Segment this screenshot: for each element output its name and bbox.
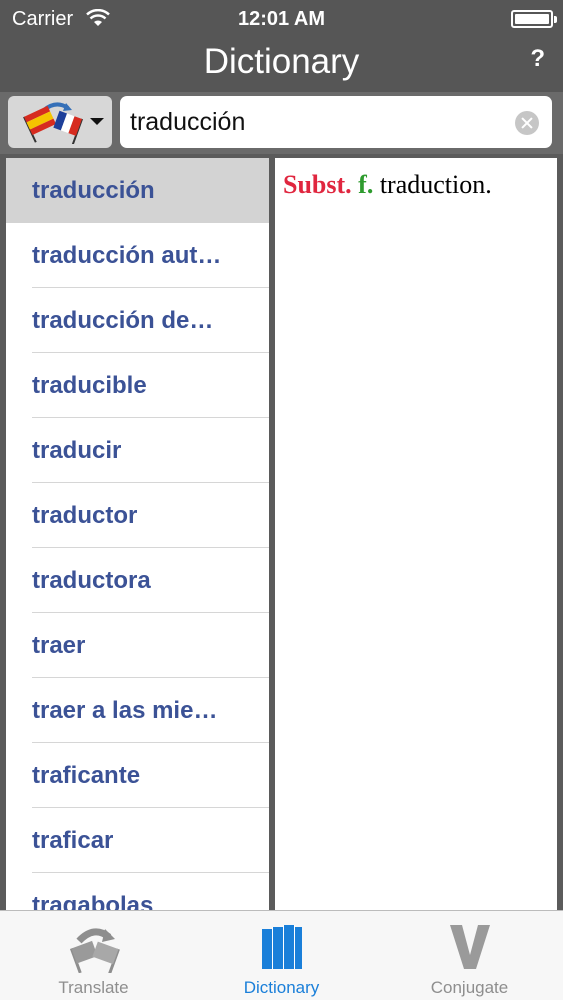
tab-label: Conjugate	[430, 978, 509, 997]
status-bar: Carrier 12:01 AM	[0, 0, 563, 38]
list-item[interactable]: traficar	[6, 808, 269, 873]
flags-icon	[23, 102, 84, 144]
search-input[interactable]	[130, 102, 510, 142]
page-title: Dictionary	[203, 42, 360, 81]
definition-panel: Subst. f. traduction.	[275, 158, 557, 910]
list-item[interactable]: traductora	[6, 548, 269, 613]
list-item[interactable]: traficante	[6, 743, 269, 808]
top-bar: Carrier 12:01 AM Dictionary ?	[0, 0, 563, 92]
word-list: traducción traducción aut… traducción de…	[6, 158, 269, 910]
tab-dictionary[interactable]: Dictionary	[188, 911, 375, 1000]
tab-translate[interactable]: Translate	[0, 911, 187, 1000]
chevron-down-icon	[90, 118, 104, 125]
translation-text: traduction.	[379, 170, 492, 199]
tab-conjugate[interactable]: Conjugate	[376, 911, 563, 1000]
dictionary-icon	[261, 925, 302, 969]
list-item[interactable]: traducible	[6, 353, 269, 418]
language-selector-button[interactable]	[8, 96, 112, 148]
list-item[interactable]: traer	[6, 613, 269, 678]
tab-bar: Translate Dictionary Conjugate	[0, 910, 563, 1000]
search-bar	[0, 92, 563, 154]
tab-label: Dictionary	[243, 978, 320, 997]
battery-icon	[511, 10, 557, 28]
clear-icon[interactable]	[515, 111, 539, 135]
list-item[interactable]: traer a las mie…	[6, 678, 269, 743]
list-item[interactable]: traducir	[6, 418, 269, 483]
main-content: traducción traducción aut… traducción de…	[0, 154, 563, 910]
part-of-speech: Subst.	[283, 170, 352, 199]
list-item[interactable]: traducción aut…	[6, 223, 269, 288]
gender-label: f.	[358, 170, 374, 199]
help-button[interactable]: ?	[530, 45, 545, 73]
list-item[interactable]: traductor	[6, 483, 269, 548]
list-item[interactable]: traducción de…	[6, 288, 269, 353]
tab-label: Translate	[58, 978, 129, 997]
list-item[interactable]: traducción	[6, 158, 269, 223]
list-item[interactable]: tragabolas	[6, 873, 269, 910]
translate-icon	[69, 928, 120, 973]
conjugate-icon	[449, 925, 490, 969]
clock: 12:01 AM	[237, 8, 326, 30]
search-field[interactable]	[120, 96, 552, 148]
